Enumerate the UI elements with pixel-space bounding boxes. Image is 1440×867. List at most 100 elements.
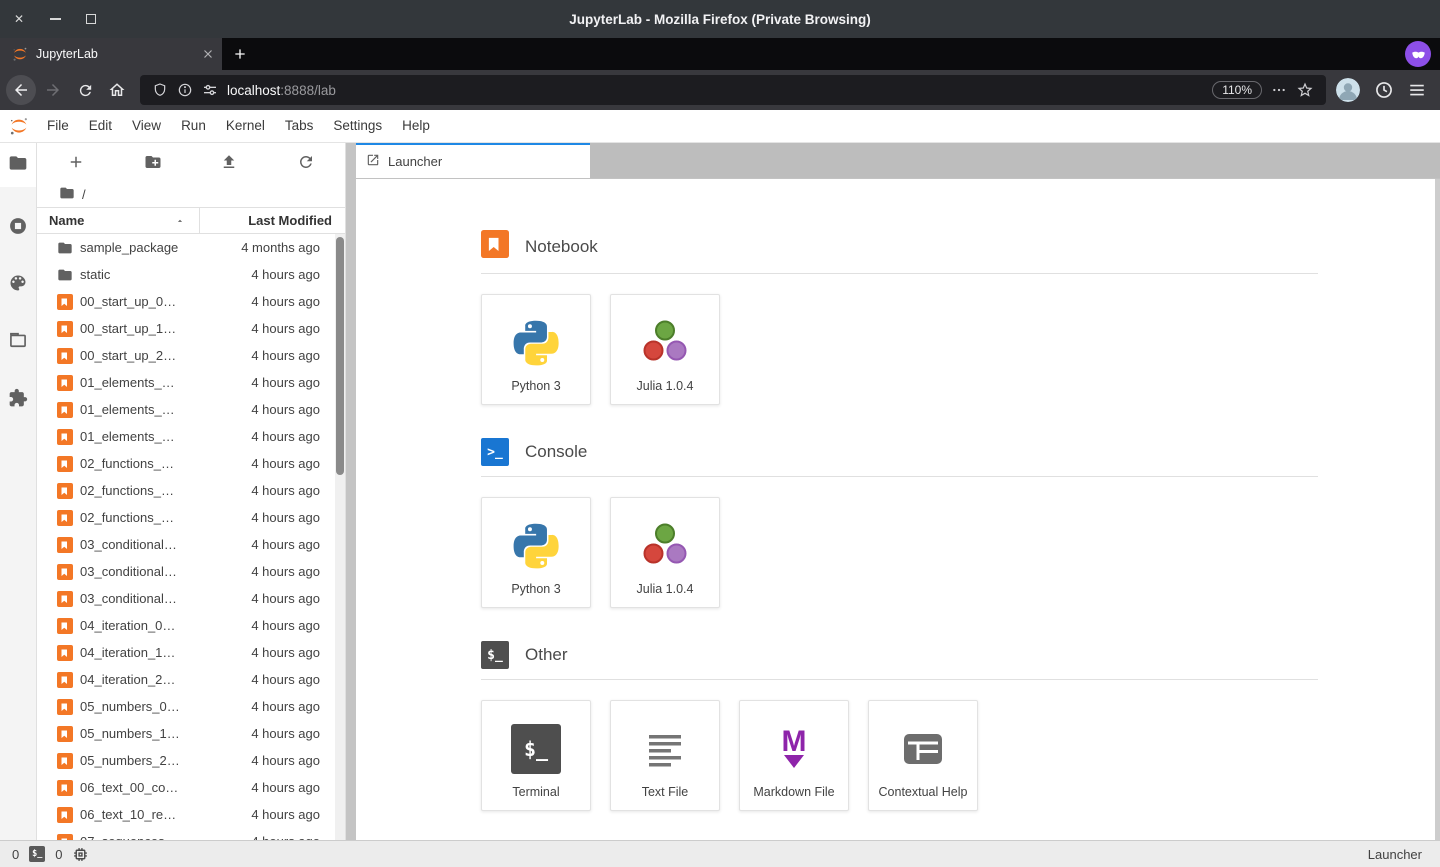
- file-row[interactable]: 00_start_up_2…4 hours ago: [37, 342, 345, 369]
- launcher-card-python-3[interactable]: Python 3: [481, 497, 591, 608]
- window-maximize-button[interactable]: [84, 12, 98, 26]
- terminal-count[interactable]: 0: [12, 847, 19, 862]
- bookmark-star-icon[interactable]: [1296, 81, 1314, 99]
- menu-item-kernel[interactable]: Kernel: [216, 110, 275, 142]
- file-row[interactable]: 01_elements_…4 hours ago: [37, 369, 345, 396]
- column-header-name[interactable]: Name: [37, 208, 199, 233]
- reload-button[interactable]: [70, 75, 100, 105]
- file-row[interactable]: 01_elements_…4 hours ago: [37, 423, 345, 450]
- history-clock-icon[interactable]: [1374, 80, 1394, 100]
- file-modified: 4 hours ago: [251, 672, 320, 687]
- breadcrumb-root[interactable]: /: [82, 187, 86, 202]
- card-label: Contextual Help: [879, 785, 968, 799]
- page-actions-icon[interactable]: [1271, 82, 1287, 98]
- kernel-chip-icon[interactable]: [72, 846, 89, 863]
- menu-item-tabs[interactable]: Tabs: [275, 110, 324, 142]
- new-folder-button[interactable]: [144, 153, 162, 171]
- jupyter-logo-icon: [9, 116, 29, 136]
- menu-item-settings[interactable]: Settings: [323, 110, 392, 142]
- launcher-tab-label: Launcher: [388, 154, 442, 169]
- file-row[interactable]: 06_text_00_co…4 hours ago: [37, 774, 345, 801]
- launcher-card-contextual-help[interactable]: Contextual Help: [868, 700, 978, 811]
- file-row[interactable]: 03_conditional…4 hours ago: [37, 531, 345, 558]
- back-button[interactable]: [6, 75, 36, 105]
- tracking-shield-icon[interactable]: [152, 82, 168, 98]
- file-modified: 4 hours ago: [251, 375, 320, 390]
- terminal-status-icon[interactable]: $_: [29, 846, 45, 862]
- file-modified: 4 hours ago: [251, 267, 320, 282]
- sidebar-tab-commands[interactable]: [0, 263, 36, 307]
- site-info-icon[interactable]: [177, 82, 193, 98]
- browser-tab-jupyterlab[interactable]: JupyterLab: [0, 38, 222, 70]
- scrollbar-thumb[interactable]: [336, 237, 344, 475]
- file-row[interactable]: 03_conditional…4 hours ago: [37, 558, 345, 585]
- tab-launcher[interactable]: Launcher: [356, 143, 590, 178]
- file-row[interactable]: 00_start_up_1…4 hours ago: [37, 315, 345, 342]
- sidebar-tab-extensions[interactable]: [0, 378, 36, 422]
- launcher-card-julia-1-0-4[interactable]: Julia 1.0.4: [610, 497, 720, 608]
- profile-avatar[interactable]: [1336, 78, 1360, 102]
- column-header-modified[interactable]: Last Modified: [199, 208, 345, 233]
- status-bar: 0 $_ 0 Launcher: [0, 840, 1440, 867]
- launcher-card-terminal[interactable]: $_Terminal: [481, 700, 591, 811]
- browser-toolbar: localhost:8888/lab 110%: [0, 70, 1440, 110]
- menu-item-help[interactable]: Help: [392, 110, 440, 142]
- new-tab-button[interactable]: [222, 38, 258, 70]
- browser-tab-title: JupyterLab: [36, 47, 194, 61]
- file-row[interactable]: 01_elements_…4 hours ago: [37, 396, 345, 423]
- file-row[interactable]: 02_functions_…4 hours ago: [37, 477, 345, 504]
- breadcrumb[interactable]: /: [37, 181, 345, 207]
- upload-button[interactable]: [220, 153, 238, 171]
- file-modified: 4 hours ago: [251, 591, 320, 606]
- file-row[interactable]: 00_start_up_0…4 hours ago: [37, 288, 345, 315]
- menu-item-edit[interactable]: Edit: [79, 110, 122, 142]
- file-row[interactable]: 05_numbers_1…4 hours ago: [37, 720, 345, 747]
- file-row[interactable]: 07_sequences…4 hours ago: [37, 828, 345, 840]
- file-row[interactable]: 04_iteration_1…4 hours ago: [37, 639, 345, 666]
- dock-scrollbar-track[interactable]: [1435, 179, 1440, 840]
- menu-item-file[interactable]: File: [37, 110, 79, 142]
- launcher-card-python-3[interactable]: Python 3: [481, 294, 591, 405]
- launcher-panel: NotebookPython 3Julia 1.0.4>_ConsolePyth…: [356, 179, 1440, 811]
- menu-item-view[interactable]: View: [122, 110, 171, 142]
- file-row[interactable]: static4 hours ago: [37, 261, 345, 288]
- launcher-card-julia-1-0-4[interactable]: Julia 1.0.4: [610, 294, 720, 405]
- file-row[interactable]: 02_functions_…4 hours ago: [37, 450, 345, 477]
- file-row[interactable]: 02_functions_…4 hours ago: [37, 504, 345, 531]
- sidebar-tab-running[interactable]: [0, 206, 36, 250]
- file-name: 05_numbers_2…: [80, 753, 251, 768]
- sidebar-tab-open-tabs[interactable]: [0, 320, 36, 364]
- launcher-card-text-file[interactable]: Text File: [610, 700, 720, 811]
- notebook-icon: [57, 618, 73, 634]
- window-minimize-button[interactable]: [48, 12, 62, 26]
- file-row[interactable]: 06_text_10_re…4 hours ago: [37, 801, 345, 828]
- kernel-count[interactable]: 0: [55, 847, 62, 862]
- menu-hamburger-icon[interactable]: [1408, 81, 1426, 99]
- tab-close-icon[interactable]: [202, 48, 214, 60]
- file-browser-panel: / Name Last Modified sample_package4 mon…: [37, 143, 346, 840]
- file-row[interactable]: 05_numbers_0…4 hours ago: [37, 693, 345, 720]
- file-row[interactable]: sample_package4 months ago: [37, 234, 345, 261]
- forward-button[interactable]: [38, 75, 68, 105]
- url-bar[interactable]: localhost:8888/lab 110%: [140, 75, 1326, 105]
- menu-item-run[interactable]: Run: [171, 110, 216, 142]
- window-close-button[interactable]: ✕: [12, 12, 26, 26]
- file-name: 01_elements_…: [80, 402, 251, 417]
- menu-items: FileEditViewRunKernelTabsSettingsHelp: [37, 110, 440, 142]
- sidebar-tab-filebrowser[interactable]: [0, 143, 36, 187]
- file-row[interactable]: 03_conditional…4 hours ago: [37, 585, 345, 612]
- zoom-level-badge[interactable]: 110%: [1212, 81, 1262, 99]
- launcher-card-markdown-file[interactable]: MMarkdown File: [739, 700, 849, 811]
- refresh-button[interactable]: [297, 153, 315, 171]
- new-launcher-button[interactable]: [67, 153, 85, 171]
- python-icon: [510, 317, 562, 369]
- file-name: 02_functions_…: [80, 456, 251, 471]
- permissions-icon[interactable]: [202, 82, 218, 98]
- file-name: 01_elements_…: [80, 375, 251, 390]
- home-button[interactable]: [102, 75, 132, 105]
- file-row[interactable]: 05_numbers_2…4 hours ago: [37, 747, 345, 774]
- file-list-scrollbar[interactable]: [335, 234, 345, 840]
- file-row[interactable]: 04_iteration_0…4 hours ago: [37, 612, 345, 639]
- file-row[interactable]: 04_iteration_2…4 hours ago: [37, 666, 345, 693]
- panel-splitter[interactable]: [346, 143, 356, 840]
